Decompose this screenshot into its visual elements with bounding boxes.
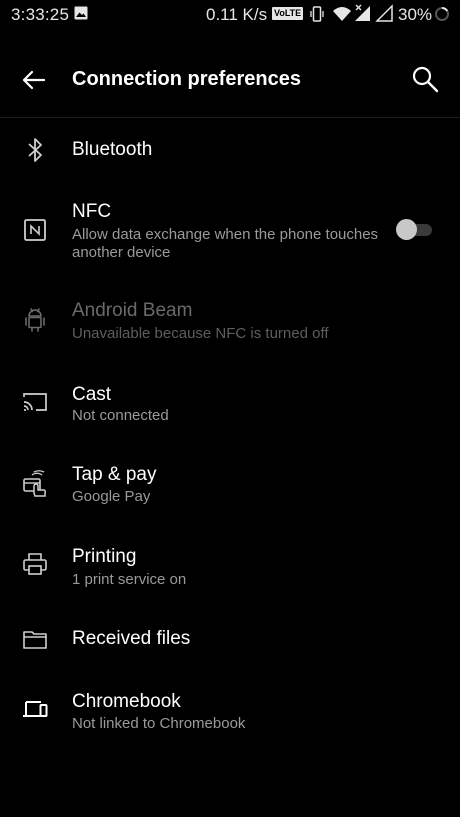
page-title: Connection preferences: [72, 68, 301, 90]
pref-nfc[interactable]: NFC Allow data exchange when the phone t…: [0, 186, 460, 278]
volte-badge: VoLTE: [272, 7, 304, 20]
pref-summary: 1 print service on: [72, 571, 187, 588]
pref-tap-pay[interactable]: Tap & pay Google Pay: [0, 454, 460, 518]
pref-title: Printing: [72, 546, 137, 567]
pref-title: Cast: [72, 384, 112, 405]
pref-cast[interactable]: Cast Not connected: [0, 372, 460, 436]
cast-icon: [23, 393, 47, 411]
pref-chromebook[interactable]: Chromebook Not linked to Chromebook: [0, 682, 460, 746]
folder-icon: [23, 631, 47, 649]
gallery-icon: [74, 6, 88, 20]
pref-android-beam[interactable]: Android Beam Unavailable because NFC is …: [0, 288, 460, 358]
battery-icon: [435, 6, 449, 21]
tap-pay-icon: [23, 470, 47, 497]
nfc-icon: [24, 219, 46, 241]
vibrate-icon: [310, 6, 324, 22]
app-bar-divider: [0, 117, 460, 118]
pref-summary: Google Pay: [72, 488, 151, 505]
pref-summary: Unavailable because NFC is turned off: [72, 325, 329, 342]
pref-title: Tap & pay: [72, 464, 157, 485]
battery-percent: 30%: [398, 5, 433, 24]
pref-title: Bluetooth: [72, 139, 153, 160]
status-time: 3:33:25: [11, 5, 70, 24]
search-icon[interactable]: [410, 64, 440, 94]
app-bar: Connection preferences: [0, 46, 460, 116]
toggle-thumb: [396, 219, 417, 240]
pref-printing[interactable]: Printing 1 print service on: [0, 536, 460, 600]
nfc-toggle[interactable]: [396, 217, 436, 241]
signal-2-icon: [375, 4, 393, 22]
status-bar: 3:33:25 0.11 K/s VoLTE 30%: [0, 0, 460, 30]
bluetooth-icon: [28, 138, 42, 162]
pref-title: Android Beam: [72, 300, 193, 321]
pref-received-files[interactable]: Received files: [0, 618, 460, 674]
printer-icon: [23, 553, 47, 575]
pref-summary: Not connected: [72, 407, 169, 424]
network-speed: 0.11 K/s: [206, 5, 268, 24]
pref-summary: Not linked to Chromebook: [72, 715, 246, 732]
pref-title: NFC: [72, 201, 112, 222]
pref-title: Chromebook: [72, 691, 181, 712]
back-arrow-icon[interactable]: [20, 66, 48, 94]
signal-icon: [355, 4, 370, 21]
wifi-icon: [333, 7, 351, 21]
pref-bluetooth[interactable]: Bluetooth: [0, 120, 460, 182]
android-icon: [25, 308, 45, 332]
pref-title: Received files: [72, 628, 191, 649]
pref-summary: Allow data exchange when the phone touch…: [72, 226, 379, 261]
chromebook-icon: [23, 701, 48, 717]
